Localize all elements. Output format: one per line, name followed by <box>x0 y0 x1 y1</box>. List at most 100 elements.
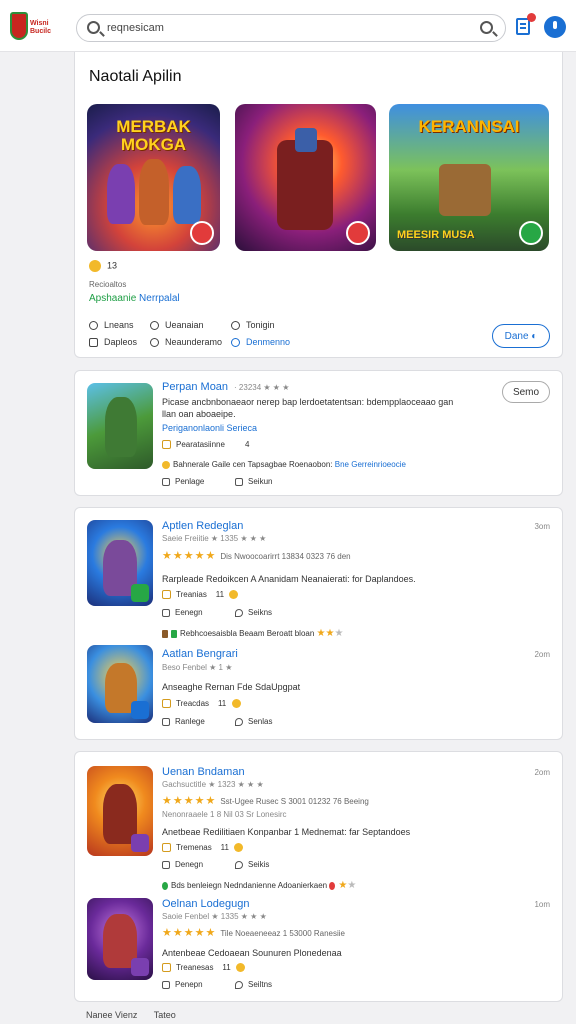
app-stat: Pearatasiinne 4 <box>162 440 249 450</box>
install-action[interactable]: Eenegn <box>162 608 203 617</box>
app-badge-icon <box>131 958 149 976</box>
game-badge-icon <box>519 221 543 245</box>
notifications-icon[interactable] <box>516 13 536 35</box>
app-title[interactable]: Oelnan Lodegugn <box>162 898 249 910</box>
promo-strip: Bds benleiegn Nedndanienne Adoanierkaen … <box>162 880 356 891</box>
app-time: 2om <box>534 768 550 777</box>
heart-icon <box>235 717 243 726</box>
doc-line <box>520 27 526 29</box>
featured-banner-2[interactable] <box>235 104 376 251</box>
app-description: Antenbeae Cedoaean Sounuren Plonedenaa <box>162 948 342 958</box>
tag-green[interactable]: Apshaanie <box>89 293 136 304</box>
app-card-1: Perpan Moan · 23234 ★ ★ ★ Picase ancbnbon… <box>74 370 563 496</box>
app-title[interactable]: Aatlan Bengrari <box>162 648 238 660</box>
app-time: 3om <box>534 522 550 531</box>
app-subtitle: Saoie Fenbel ★ 1335 ★ ★ ★ <box>162 912 267 921</box>
heart-icon <box>235 608 243 617</box>
download-icon <box>162 477 170 486</box>
wishlist-action[interactable]: Seikun <box>235 477 272 486</box>
robot-figure <box>277 140 333 230</box>
option-4[interactable]: Dapleos <box>89 337 137 348</box>
radio-icon <box>150 321 159 331</box>
app-stat: Tremenas 11 <box>162 843 246 853</box>
doc-line <box>520 23 526 25</box>
app-subtitle-2: Nenonraaele 1 8 Nil 03 Sr Lonesirc <box>162 810 287 819</box>
featured-banner-1[interactable]: MERBAK MOKGA <box>87 104 220 251</box>
install-action[interactable]: Ranlege <box>162 717 205 726</box>
app-icon[interactable] <box>87 520 153 606</box>
tag-icon <box>329 881 336 890</box>
coin-icon <box>229 590 239 600</box>
wishlist-action[interactable]: Seikns <box>235 608 272 617</box>
save-button[interactable]: Semo <box>502 381 550 403</box>
site-logo[interactable]: Wisni Bucilc <box>10 12 56 42</box>
app-icon[interactable] <box>87 383 153 469</box>
stat-icon <box>162 699 171 709</box>
done-button[interactable]: Dane ◐ <box>492 324 550 348</box>
tag-blue[interactable]: Nerrpalal <box>139 293 180 304</box>
top-header: Wisni Bucilc <box>0 0 576 52</box>
install-action[interactable]: Penlage <box>162 477 204 486</box>
featured-title: Naotali Apilin <box>89 68 182 85</box>
app-feature-line: Bahnerale Gaile cen Tapsagbae Roenaobon:… <box>162 460 406 469</box>
star-rating: ★★★★★ Dis Nwoocoarirrt 13834 0323 76 den <box>162 550 351 562</box>
coin-icon <box>162 460 170 469</box>
app-time: 1om <box>534 900 550 909</box>
footer-link[interactable]: Nanee Vienz <box>86 1010 137 1020</box>
install-action[interactable]: Penepn <box>162 980 203 989</box>
app-badge-icon <box>131 701 149 719</box>
game-badge-icon <box>190 221 214 245</box>
block-figure <box>439 164 491 216</box>
wishlist-action[interactable]: Seikis <box>235 860 269 869</box>
search-input[interactable] <box>107 19 447 37</box>
app-time: 2om <box>534 650 550 659</box>
search-submit-icon[interactable] <box>480 21 493 34</box>
download-icon <box>162 980 170 989</box>
download-icon <box>162 717 170 726</box>
option-1[interactable]: Lneans <box>89 320 134 331</box>
app-icon[interactable] <box>87 645 153 723</box>
app-description: Rarpleade Redoikcen A Ananidam Neanaiera… <box>162 574 416 584</box>
featured-banner-3[interactable]: KERANNSAI MEESIR MUSA <box>389 104 549 251</box>
heart-icon <box>235 980 243 989</box>
hero-figure <box>107 164 135 224</box>
download-icon <box>162 608 170 617</box>
app-stat: Treanesas 11 <box>162 963 248 973</box>
app-icon[interactable] <box>87 766 153 856</box>
app-icon[interactable] <box>87 898 153 980</box>
stat-icon <box>162 440 171 450</box>
shield-logo-icon <box>10 12 28 40</box>
search-bar[interactable] <box>76 14 506 42</box>
footer-link[interactable]: Tateo <box>154 1010 176 1020</box>
user-avatar[interactable] <box>544 16 566 38</box>
app-title[interactable]: Uenan Bndaman <box>162 766 245 778</box>
tag-icon <box>162 629 168 638</box>
game-badge-icon <box>346 221 370 245</box>
tag-icon <box>162 881 168 890</box>
rating-value: 13 <box>107 260 118 271</box>
feature-link[interactable]: Bne Gerreinrioeocie <box>335 460 406 469</box>
promo-strip: Rebhcoesaisbla Beaam Beroatt bloan ★★★ <box>162 628 343 639</box>
install-action[interactable]: Denegn <box>162 860 203 869</box>
wishlist-action[interactable]: Seiltns <box>235 980 272 989</box>
notification-badge <box>527 13 536 22</box>
download-icon <box>162 860 170 869</box>
footer-links: Nanee Vienz Tateo <box>86 1010 190 1020</box>
option-6[interactable]: Denmenno <box>231 337 290 348</box>
banner-subtitle: MEESIR MUSA <box>397 229 475 241</box>
stat-icon <box>162 963 171 973</box>
banner-title: KERANNSAI <box>418 117 520 136</box>
star-rating: ★★★★★ Sst-Ugee Rusec S 3001 01232 76 Beei… <box>162 795 369 807</box>
app-category[interactable]: Periganonlaonli Serieca <box>162 423 257 433</box>
app-title[interactable]: Perpan Moan · 23234 ★ ★ ★ <box>162 381 289 393</box>
option-5[interactable]: Neaunderamo <box>150 337 222 348</box>
star-empty-icon: ★ <box>334 628 344 639</box>
option-2[interactable]: Ueanaian <box>150 320 204 331</box>
wishlist-action[interactable]: Senlas <box>235 717 272 726</box>
coin-icon <box>231 699 241 709</box>
option-3[interactable]: Tonigin <box>231 320 275 331</box>
app-stat: Treanias 11 <box>162 590 241 600</box>
app-title[interactable]: Aptlen Redeglan <box>162 520 243 532</box>
app-description: Anetbeae Redilitiaen Konpanbar 1 Mednema… <box>162 827 411 837</box>
heart-icon <box>235 477 243 486</box>
